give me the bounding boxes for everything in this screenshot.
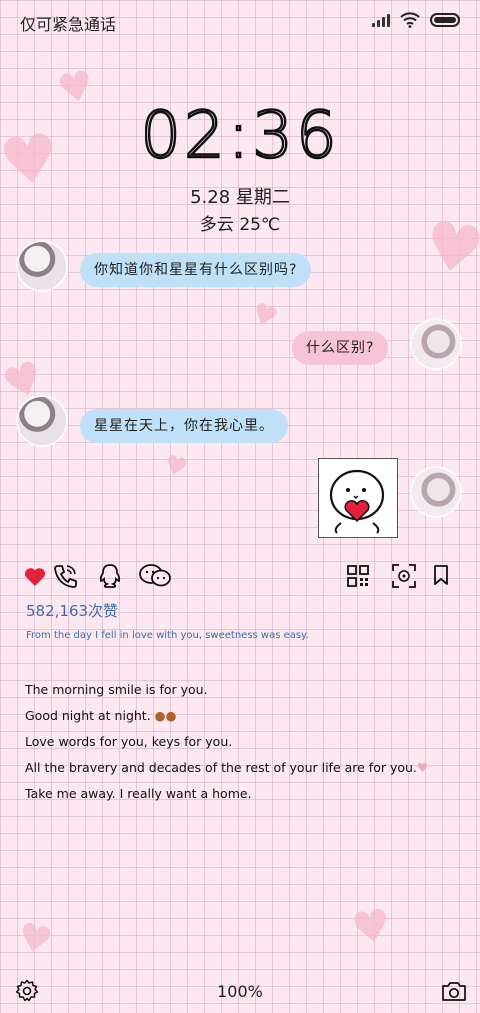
phone-icon[interactable] xyxy=(52,563,78,589)
poem-line: Love words for you, keys for you. xyxy=(25,734,233,749)
wifi-icon xyxy=(400,12,420,28)
heart-icon[interactable] xyxy=(24,567,46,587)
camera-icon[interactable] xyxy=(441,980,467,1002)
clock-time: 02:36 xyxy=(145,100,335,170)
background-heart-decoration: ♥ xyxy=(160,449,191,485)
carrier-status: 仅可紧急通话 xyxy=(20,15,117,34)
background-heart-decoration: ♥ xyxy=(13,913,57,965)
scan-icon[interactable] xyxy=(391,563,417,589)
heart-sticker xyxy=(318,458,398,538)
time-text: 02:36 xyxy=(145,100,335,170)
status-bar: 仅可紧急通话 xyxy=(0,0,480,42)
poem-line: The morning smile is for you. xyxy=(25,682,208,697)
zoom-level: 100% xyxy=(217,982,263,1001)
poem-line: All the bravery and decades of the rest … xyxy=(25,760,417,775)
weather-label: 多云 25℃ xyxy=(199,215,281,235)
chat-bubble-left: 星星在天上，你在我心里。 xyxy=(80,409,288,443)
qrcode-icon[interactable] xyxy=(346,564,370,588)
poem-line-with-emoji: Good night at night. ●● xyxy=(25,707,428,733)
status-icons xyxy=(372,12,460,28)
chat-bubble-right: 什么区别? xyxy=(292,331,389,365)
poem-line: Take me away. I really want a home. xyxy=(25,786,252,801)
bookmark-icon[interactable] xyxy=(432,564,450,586)
tagline-text: From the day I fell in love with you, sw… xyxy=(26,630,309,641)
qq-icon[interactable] xyxy=(96,562,124,590)
background-heart-decoration: ♥ xyxy=(247,295,283,336)
avatar-left xyxy=(18,397,66,445)
avatar-right xyxy=(412,320,460,368)
background-heart-decoration: ♥ xyxy=(347,898,396,957)
clock: 02:36 xyxy=(0,100,480,170)
avatar-left xyxy=(18,242,66,290)
likes-count: 582,163次赞 xyxy=(26,602,119,620)
pink-heart-emoji-icon: ♥ xyxy=(416,760,429,775)
cookie-emoji-icon: ●● xyxy=(154,708,177,723)
poem-line-with-emoji: All the bravery and decades of the rest … xyxy=(25,759,428,785)
signal-icon xyxy=(372,13,390,27)
sticker-figure-icon xyxy=(329,469,385,534)
poem-lines: The morning smile is for you. Good night… xyxy=(25,681,428,811)
date-label: 5.28 星期二 xyxy=(190,187,290,208)
chat-icon[interactable] xyxy=(138,563,172,589)
battery-icon xyxy=(430,13,460,27)
poem-line: Good night at night. xyxy=(25,708,151,723)
avatar-right xyxy=(412,468,460,516)
chat-bubble-left: 你知道你和星星有什么区别吗? xyxy=(80,253,312,287)
